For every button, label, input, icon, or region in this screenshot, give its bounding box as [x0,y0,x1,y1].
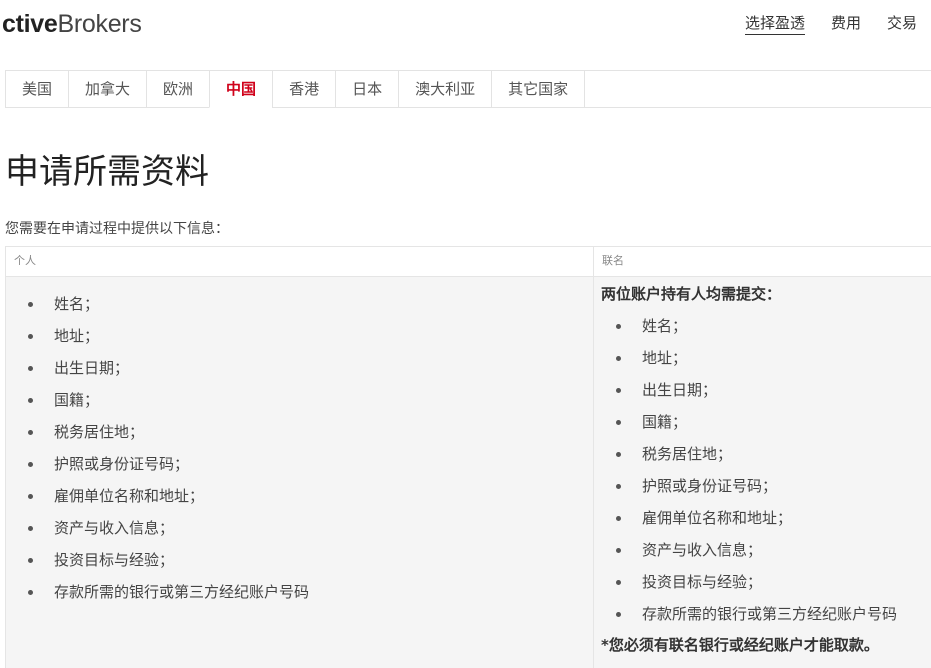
logo-rest: Brokers [57,10,142,38]
list-item: 国籍； [616,406,897,438]
region-tabs: 美国 加拿大 欧洲 中国 香港 日本 澳大利亚 其它国家 [5,70,931,108]
page-title: 申请所需资料 [5,152,209,192]
tab-japan[interactable]: 日本 [335,71,398,107]
logo[interactable]: ctiveBrokers [2,10,142,39]
nav-pricing[interactable]: 费用 [831,12,861,35]
tab-europe[interactable]: 欧洲 [146,71,209,107]
list-item: 出生日期； [616,374,897,406]
list-item: 姓名； [616,310,897,342]
joint-heading: 两位账户持有人均需提交： [601,285,782,303]
list-item: 资产与收入信息； [28,512,309,544]
column-header-individual: 个人 [6,247,593,277]
logo-bold: ctive [2,10,58,38]
list-item: 地址； [28,320,309,352]
site-header: ctiveBrokers 选择盈透 费用 交易 [0,0,931,70]
list-item: 国籍； [28,384,309,416]
tab-australia[interactable]: 澳大利亚 [398,71,491,107]
list-item: 雇佣单位名称和地址； [28,480,309,512]
list-item: 存款所需的银行或第三方经纪账户号码 [616,598,897,630]
tab-canada[interactable]: 加拿大 [68,71,146,107]
intro-text: 您需要在申请过程中提供以下信息： [5,221,229,237]
list-item: 资产与收入信息； [616,534,897,566]
tab-hongkong[interactable]: 香港 [272,71,335,107]
tab-other-countries[interactable]: 其它国家 [491,71,586,107]
top-nav: 选择盈透 费用 交易 [744,12,917,35]
tab-us[interactable]: 美国 [5,71,68,107]
nav-why-ib[interactable]: 选择盈透 [744,12,805,35]
list-item: 姓名； [28,288,309,320]
joint-list: 姓名； 地址； 出生日期； 国籍； 税务居住地； 护照或身份证号码； 雇佣单位名… [616,310,897,630]
list-item: 存款所需的银行或第三方经纪账户号码 [28,576,309,608]
list-item: 投资目标与经验； [616,566,897,598]
list-item: 护照或身份证号码； [28,448,309,480]
list-item: 护照或身份证号码； [616,470,897,502]
joint-note: *您必须有联名银行或经纪账户才能取款。 [601,636,879,654]
individual-list: 姓名； 地址； 出生日期； 国籍； 税务居住地； 护照或身份证号码； 雇佣单位名… [28,288,309,608]
list-item: 税务居住地； [616,438,897,470]
list-item: 雇佣单位名称和地址； [616,502,897,534]
tab-china[interactable]: 中国 [209,71,273,108]
list-item: 投资目标与经验； [28,544,309,576]
list-item: 地址； [616,342,897,374]
nav-trading[interactable]: 交易 [887,12,917,35]
individual-column: 姓名； 地址； 出生日期； 国籍； 税务居住地； 护照或身份证号码； 雇佣单位名… [6,277,593,668]
requirements-table: 个人 联名 姓名； 地址； 出生日期； 国籍； 税务居住地； 护照或身份证号码；… [5,246,931,668]
list-item: 税务居住地； [28,416,309,448]
list-item: 出生日期； [28,352,309,384]
joint-column: 两位账户持有人均需提交： 姓名； 地址； 出生日期； 国籍； 税务居住地； 护照… [594,277,931,668]
column-header-joint: 联名 [594,247,931,277]
